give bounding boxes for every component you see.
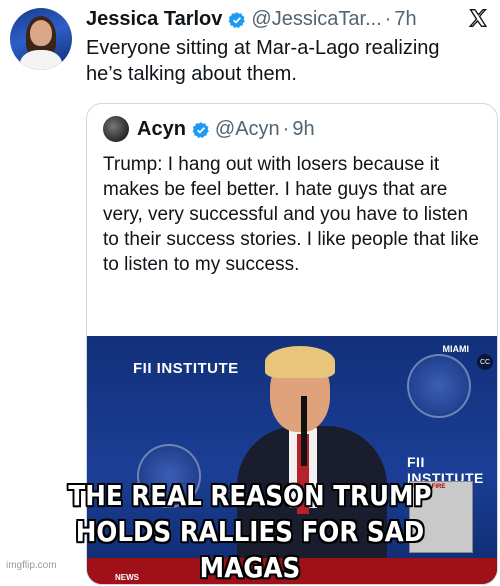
meme-caption-line-2: HOLDS RALLIES FOR SAD MAGAS <box>75 515 425 584</box>
microphone <box>301 396 307 466</box>
presidential-seal-image <box>407 354 471 418</box>
author-display-name[interactable]: Jessica Tarlov <box>86 8 222 31</box>
quoted-author-name[interactable]: Acyn <box>137 118 186 141</box>
avatar-face <box>30 20 52 46</box>
quoted-author-handle[interactable]: @Acyn <box>215 118 280 141</box>
speaker-hair <box>265 346 335 378</box>
meme-caption-line-1: THE REAL REASON TRUMP <box>68 479 432 512</box>
meme-caption: THE REAL REASON TRUMP HOLDS RALLIES FOR … <box>30 478 470 586</box>
quoted-tweet-text: Trump: I hang out with losers because it… <box>103 154 479 275</box>
outer-tweet[interactable]: Jessica Tarlov @JessicaTar... · 7h Every… <box>0 0 500 585</box>
closed-captions-icon[interactable]: CC <box>477 354 493 370</box>
fii-institute-logo: FII INSTITUTE <box>133 360 239 377</box>
tweet-text: Everyone sitting at Mar-a-Lago realizing… <box>86 37 440 85</box>
tweet-time[interactable]: 7h <box>394 8 416 31</box>
separator-dot: · <box>384 7 392 30</box>
verified-badge-icon <box>192 122 209 138</box>
avatar-shirt <box>20 50 62 70</box>
quoted-tweet-time[interactable]: 9h <box>292 118 314 141</box>
x-logo-icon <box>468 9 488 27</box>
imgflip-watermark: imgflip.com <box>6 560 57 571</box>
quoted-author-avatar[interactable] <box>103 116 129 142</box>
quoted-tweet-header: Acyn @Acyn · 9h <box>103 116 315 142</box>
separator-dot: · <box>282 117 290 140</box>
author-avatar[interactable] <box>10 8 72 70</box>
verified-badge-icon <box>228 12 246 28</box>
author-handle[interactable]: @JessicaTar... <box>251 8 381 31</box>
tweet-header: Jessica Tarlov @JessicaTar... · 7h <box>86 6 490 32</box>
location-badge: MIAMI <box>442 344 470 354</box>
